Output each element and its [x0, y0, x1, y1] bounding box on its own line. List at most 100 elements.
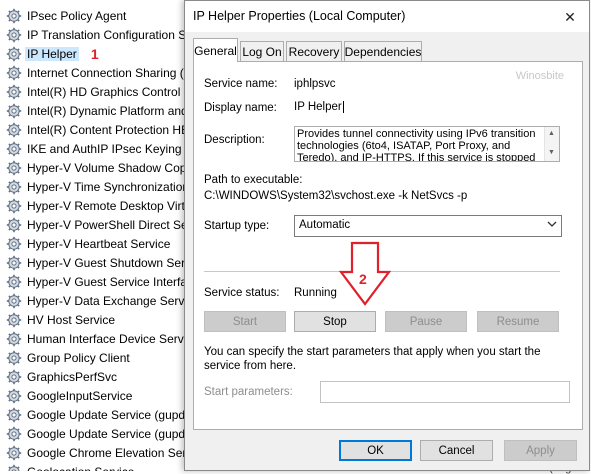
service-status-label: Service status:	[204, 287, 280, 299]
gear-icon	[6, 141, 22, 157]
list-item[interactable]: IPsec Policy Agent	[0, 6, 200, 25]
start-button[interactable]: Start	[204, 311, 286, 332]
list-item[interactable]: Hyper-V Remote Desktop Virtu	[0, 196, 200, 215]
description-scrollbar[interactable]: ▲ ▼	[544, 127, 559, 161]
service-name: Hyper-V Volume Shadow Copy	[27, 160, 193, 175]
tab-recovery[interactable]: Recovery	[286, 41, 342, 61]
step-marker-1: 1	[90, 45, 99, 62]
service-name: Internet Connection Sharing (I	[27, 65, 188, 80]
ok-button[interactable]: OK	[339, 440, 412, 461]
close-icon: ✕	[564, 8, 576, 25]
gear-icon	[6, 312, 22, 328]
start-params-input[interactable]	[320, 381, 570, 403]
tab-label: Dependencies	[344, 44, 422, 59]
tab-log-on[interactable]: Log On	[240, 41, 284, 61]
list-item[interactable]: GoogleInputService	[0, 386, 200, 405]
resume-button[interactable]: Resume	[477, 311, 559, 332]
scroll-up-icon[interactable]: ▲	[548, 130, 555, 137]
list-item[interactable]: Human Interface Device Service	[0, 329, 200, 348]
display-name-field[interactable]: IP Helper	[290, 98, 562, 118]
gear-icon	[6, 255, 22, 271]
scroll-down-icon[interactable]: ▼	[548, 149, 555, 156]
service-name: IPsec Policy Agent	[27, 8, 127, 23]
description-text: Provides tunnel connectivity using IPv6 …	[297, 128, 536, 162]
service-name: Google Update Service (gupdat	[27, 426, 196, 441]
pause-button[interactable]: Pause	[385, 311, 467, 332]
service-name: Hyper-V Heartbeat Service	[27, 236, 171, 251]
service-name: IP Helper	[25, 46, 79, 61]
service-name-label: Service name:	[204, 78, 278, 90]
gear-icon	[6, 84, 22, 100]
gear-icon	[6, 217, 22, 233]
gear-icon	[6, 122, 22, 138]
list-item[interactable]: Intel(R) Content Protection HEC	[0, 120, 200, 139]
list-item[interactable]: Intel(R) HD Graphics Control Pa	[0, 82, 200, 101]
list-item[interactable]: Geolocation Service	[0, 462, 200, 471]
gear-icon	[6, 464, 22, 471]
properties-dialog: IP Helper Properties (Local Computer) ✕ …	[184, 0, 590, 471]
button-label: OK	[367, 444, 384, 457]
gear-icon	[6, 426, 22, 442]
service-name: Group Policy Client	[27, 350, 130, 365]
gear-icon	[6, 445, 22, 461]
step-marker-2: 2	[359, 271, 367, 287]
cancel-button[interactable]: Cancel	[420, 440, 493, 461]
list-item[interactable]: Hyper-V Heartbeat Service	[0, 234, 200, 253]
service-name: GraphicsPerfSvc	[27, 369, 118, 384]
gear-icon	[6, 407, 22, 423]
list-item[interactable]: IKE and AuthIP IPsec Keying Mo	[0, 139, 200, 158]
list-item[interactable]: Google Update Service (gupdat	[0, 424, 200, 443]
tab-general[interactable]: General	[193, 38, 238, 62]
service-name: Geolocation Service	[25, 465, 136, 472]
description-label: Description:	[204, 134, 265, 146]
list-item[interactable]: Google Chrome Elevation Servi	[0, 443, 200, 462]
gear-icon	[6, 160, 22, 176]
service-name: Intel(R) Dynamic Platform and T	[27, 103, 199, 118]
service-name: HV Host Service	[27, 312, 116, 327]
tab-label: General	[194, 43, 237, 58]
path-label: Path to executable:	[204, 174, 303, 186]
gear-icon	[6, 293, 22, 309]
tab-label: Recovery	[288, 44, 340, 59]
description-box[interactable]: Provides tunnel connectivity using IPv6 …	[294, 126, 560, 162]
list-item[interactable]: Hyper-V Guest Shutdown Servi	[0, 253, 200, 272]
start-params-label: Start parameters:	[204, 386, 293, 398]
window-title: IP Helper Properties (Local Computer)	[193, 9, 406, 23]
list-item[interactable]: Hyper-V Data Exchange Service	[0, 291, 200, 310]
list-item[interactable]: IP Helper 1	[0, 44, 200, 63]
close-button[interactable]: ✕	[557, 6, 583, 28]
list-item[interactable]: Google Update Service (gupdat	[0, 405, 200, 424]
list-item[interactable]: Internet Connection Sharing (I	[0, 63, 200, 82]
gear-icon	[6, 179, 22, 195]
list-item[interactable]: Hyper-V Guest Service Interface	[0, 272, 200, 291]
display-name-label: Display name:	[204, 102, 277, 114]
service-name: Google Chrome Elevation Servi	[27, 445, 196, 460]
service-name: Hyper-V Time Synchronization	[27, 179, 190, 194]
gear-icon	[6, 198, 22, 214]
list-item[interactable]: Hyper-V Volume Shadow Copy	[0, 158, 200, 177]
gear-icon	[6, 103, 22, 119]
list-item[interactable]: Hyper-V PowerShell Direct Serv	[0, 215, 200, 234]
list-item[interactable]: Hyper-V Time Synchronization	[0, 177, 200, 196]
gear-icon	[6, 8, 22, 24]
service-name: Google Update Service (gupdat	[27, 407, 196, 422]
list-item[interactable]: HV Host Service	[0, 310, 200, 329]
button-label: Pause	[409, 315, 443, 328]
startup-type-value: Automatic	[299, 219, 351, 231]
list-item[interactable]: IP Translation Configuration Se	[0, 25, 200, 44]
service-name: Hyper-V Guest Service Interface	[27, 274, 200, 289]
tab-dependencies[interactable]: Dependencies	[344, 41, 422, 61]
list-item[interactable]: GraphicsPerfSvc	[0, 367, 200, 386]
service-name: IP Translation Configuration Se	[27, 27, 193, 42]
display-name-value: IP Helper	[294, 101, 342, 113]
apply-button[interactable]: Apply	[504, 440, 577, 461]
title-bar[interactable]: IP Helper Properties (Local Computer) ✕	[185, 1, 589, 32]
list-item[interactable]: Intel(R) Dynamic Platform and T	[0, 101, 200, 120]
service-name: Intel(R) HD Graphics Control Pa	[27, 84, 199, 99]
service-name: Hyper-V Data Exchange Service	[27, 293, 200, 308]
button-label: Cancel	[438, 444, 475, 457]
watermark: Winosbite	[515, 70, 564, 82]
stop-button[interactable]: Stop	[294, 311, 376, 332]
list-item[interactable]: Group Policy Client	[0, 348, 200, 367]
startup-type-select[interactable]: Automatic	[294, 215, 562, 237]
